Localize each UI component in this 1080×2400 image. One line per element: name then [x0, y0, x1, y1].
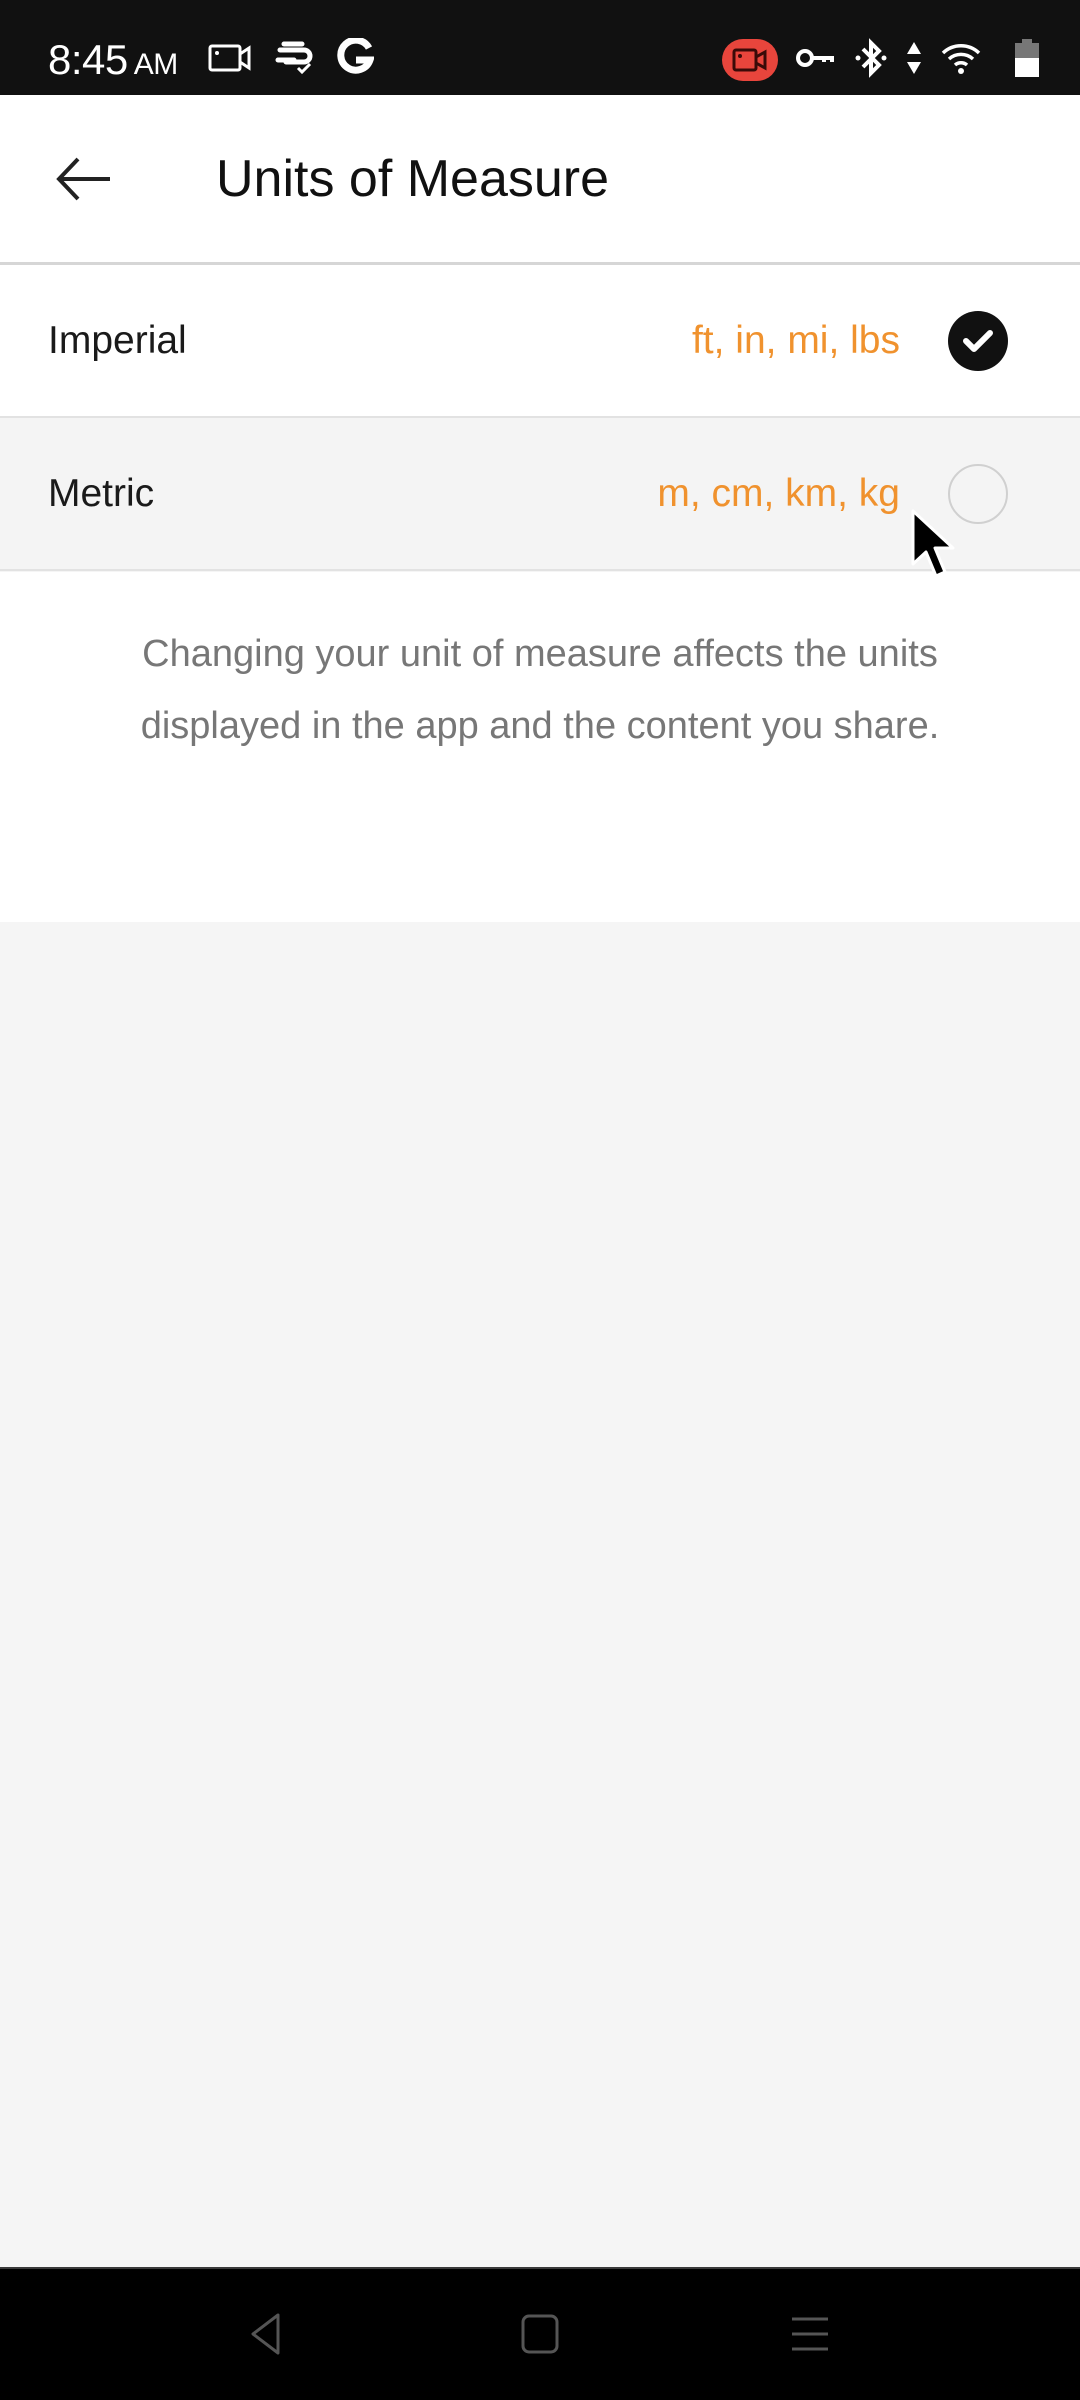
unit-abbreviations: m, cm, km, kg [657, 471, 900, 515]
unit-option-metric[interactable]: Metric m, cm, km, kg [0, 418, 1080, 571]
bluetooth-icon [854, 37, 888, 83]
battery-icon [1014, 38, 1040, 83]
google-icon [336, 36, 375, 83]
screen-record-icon [208, 42, 252, 79]
unit-option-imperial[interactable]: Imperial ft, in, mi, lbs [0, 265, 1080, 418]
vpn-key-icon [796, 46, 836, 75]
unselected-radio-icon[interactable] [948, 463, 1008, 524]
recording-active-icon [722, 39, 778, 81]
unit-abbreviations: ft, in, mi, lbs [691, 318, 900, 362]
status-bar: 8:45 AM [0, 0, 1080, 95]
system-nav-bar [0, 2267, 1080, 2400]
home-square-icon [521, 2314, 559, 2354]
sync-check-icon [274, 40, 316, 81]
wifi-icon [940, 41, 982, 80]
back-button[interactable] [44, 139, 124, 219]
clock-ampm: AM [133, 48, 179, 81]
nav-home-button[interactable] [500, 2299, 580, 2369]
back-triangle-icon [251, 2313, 280, 2355]
unit-label: Imperial [48, 318, 187, 362]
status-right [722, 36, 1040, 84]
status-left: 8:45 AM [48, 36, 375, 84]
clock-time: 8:45 [48, 36, 128, 83]
units-list: Imperial ft, in, mi, lbs Metric m, cm, k… [0, 265, 1080, 571]
nav-menu-button[interactable] [770, 2299, 850, 2369]
description-text: Changing your unit of measure affects th… [140, 633, 940, 747]
arrow-left-icon [56, 157, 110, 201]
page-title: Units of Measure [216, 150, 610, 208]
unit-label: Metric [48, 471, 155, 515]
data-transfer-icon [906, 40, 922, 81]
description-area: Changing your unit of measure affects th… [0, 572, 1080, 922]
app-header: Units of Measure [0, 95, 1080, 265]
menu-lines-icon [792, 2317, 828, 2351]
clock: 8:45 AM [48, 36, 178, 84]
nav-back-button[interactable] [226, 2299, 306, 2369]
selected-check-icon[interactable] [948, 310, 1008, 371]
